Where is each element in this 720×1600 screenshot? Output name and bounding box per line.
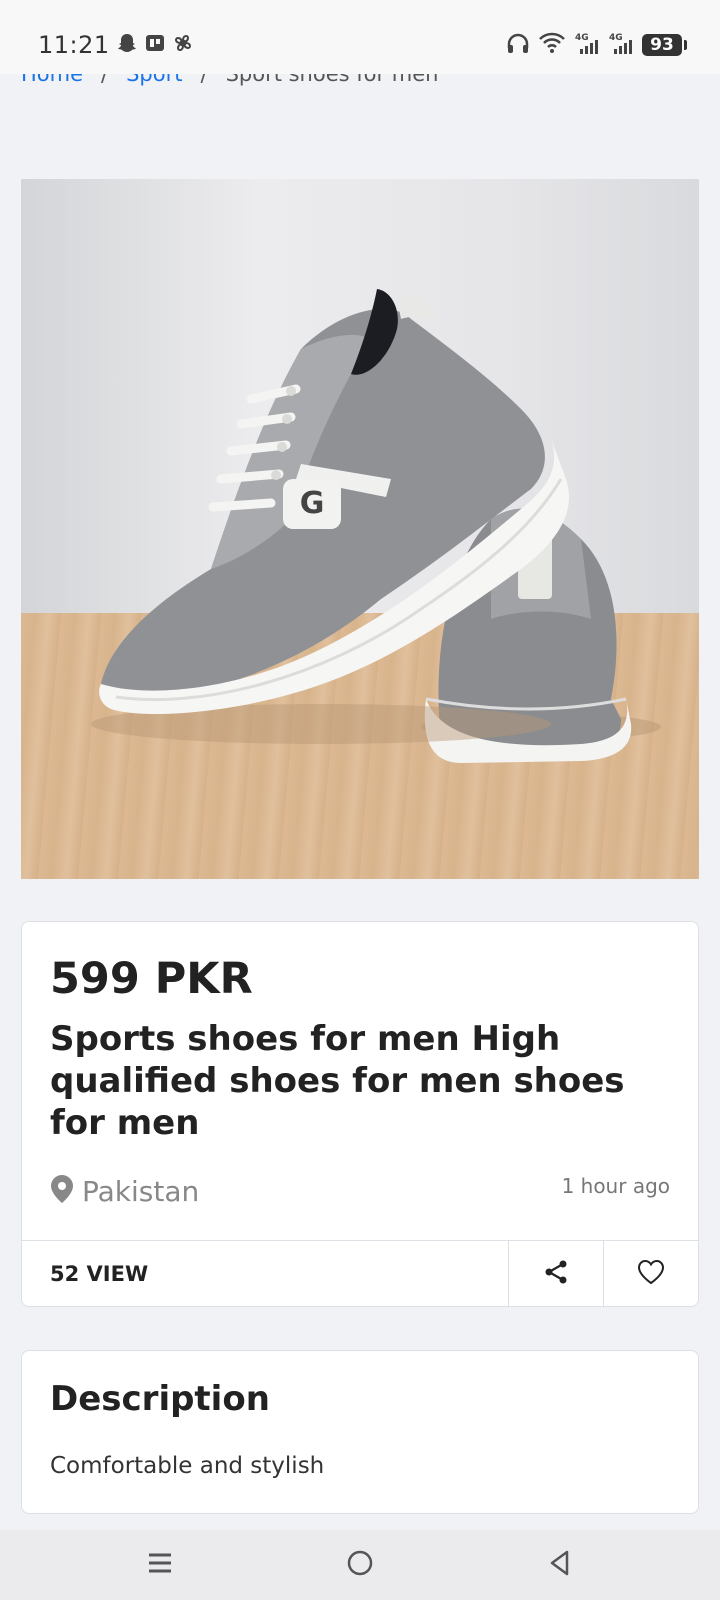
shoe-illustration: G xyxy=(91,289,661,763)
nav-back-button[interactable] xyxy=(530,1540,590,1590)
nav-home-button[interactable] xyxy=(330,1540,390,1590)
product-title: Sports shoes for men High qualified shoe… xyxy=(50,1019,625,1143)
snapchat-icon xyxy=(116,32,138,58)
system-nav-bar xyxy=(0,1530,720,1600)
card-footer: 52 VIEW xyxy=(22,1240,698,1306)
description-body: Comfortable and stylish xyxy=(50,1453,325,1479)
share-button[interactable] xyxy=(508,1241,603,1306)
signal-4g-icon: 4G xyxy=(574,31,600,59)
location-text: Pakistan xyxy=(82,1174,200,1208)
signal-2-label: 4G xyxy=(609,33,623,43)
home-circle-icon xyxy=(346,1549,374,1581)
status-time: 11:21 xyxy=(38,31,110,59)
pinwheel-icon xyxy=(172,32,194,58)
favorite-button[interactable] xyxy=(603,1241,698,1306)
posted-time: 1 hour ago xyxy=(561,1174,670,1198)
view-count: 52 VIEW xyxy=(50,1261,149,1286)
product-price: 599 PKR xyxy=(50,954,253,1004)
description-card: Description Comfortable and stylish xyxy=(21,1350,699,1514)
signal-1-label: 4G xyxy=(575,33,589,43)
battery-indicator: 93 xyxy=(642,34,687,56)
status-bar: 11:21 4G 4G 93 xyxy=(0,0,720,74)
status-right: 4G 4G 93 xyxy=(506,31,687,59)
screen: 11:21 4G 4G 93 Home / Sport / Sport shoe… xyxy=(0,0,720,1600)
menu-icon xyxy=(147,1550,173,1580)
signal-4g-icon: 4G xyxy=(608,31,634,59)
svg-text:G: G xyxy=(300,486,325,521)
heart-icon xyxy=(637,1259,665,1289)
share-icon xyxy=(542,1258,570,1290)
nav-menu-button[interactable] xyxy=(130,1540,190,1590)
product-location: Pakistan xyxy=(50,1174,199,1208)
wifi-icon xyxy=(538,32,566,58)
product-image[interactable]: G xyxy=(21,179,699,879)
description-heading: Description xyxy=(50,1379,270,1419)
product-info-card: 599 PKR Sports shoes for men High qualif… xyxy=(21,921,699,1307)
status-left: 11:21 xyxy=(38,31,194,59)
map-pin-icon xyxy=(50,1174,74,1208)
headphones-icon xyxy=(506,32,530,58)
app-notification-icon xyxy=(144,32,166,58)
back-triangle-icon xyxy=(547,1549,573,1581)
